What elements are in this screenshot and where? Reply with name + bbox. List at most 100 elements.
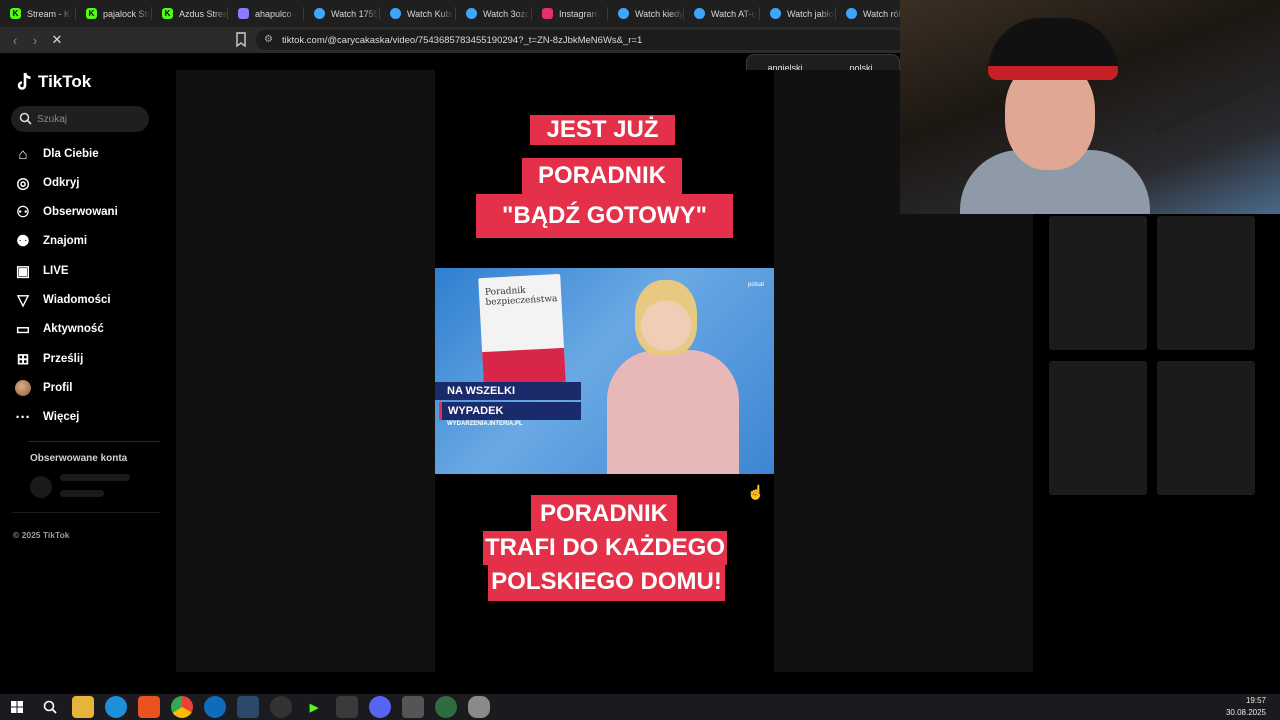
browser-tab[interactable]: Instagram <box>532 0 608 27</box>
nav-item-avatar[interactable]: Profil <box>15 377 72 399</box>
back-icon[interactable]: ‹ <box>6 31 24 49</box>
suggested-video-thumb[interactable] <box>1157 216 1255 350</box>
app-icon[interactable] <box>237 696 259 718</box>
nav-item-live[interactable]: ▣ LIVE <box>15 260 69 282</box>
instagram-icon <box>542 8 553 19</box>
tab-label: Watch AT-c <box>711 8 757 19</box>
stop-icon[interactable]: ✕ <box>48 31 66 49</box>
sidebar: TikTok ⌂ Dla Ciebie ◎ Odkryj ⚇ Obserwowani ⚉ Zn… <box>0 53 170 695</box>
skeleton-avatar <box>30 476 52 498</box>
browser-tab[interactable]: Watch AT-c <box>684 0 760 27</box>
banner-line: TRAFI DO KAŻDEGO <box>483 531 727 565</box>
edge-icon[interactable] <box>105 696 127 718</box>
brave-icon[interactable] <box>138 696 160 718</box>
nav-item-messages[interactable]: ▽ Wiadomości <box>15 289 111 311</box>
video-background-left <box>176 70 435 672</box>
forward-icon[interactable]: › <box>26 31 44 49</box>
tab-label: Watch rób <box>863 8 904 19</box>
suggested-video-thumb[interactable] <box>1049 216 1147 350</box>
calculator-icon[interactable] <box>402 696 424 718</box>
search-box[interactable] <box>11 106 149 132</box>
nav-label: Aktywność <box>43 323 104 335</box>
app-icon[interactable] <box>435 696 457 718</box>
watch-icon <box>694 8 705 19</box>
search-icon[interactable] <box>39 696 61 718</box>
browser-tab[interactable]: Watch kiedy <box>608 0 684 27</box>
nav-item-more[interactable]: ··· Więcej <box>15 406 80 428</box>
compass-icon: ◎ <box>16 175 30 192</box>
browser-tab[interactable]: ahapulco - <box>228 0 304 27</box>
book-cover: Poradnik bezpieczeństwa <box>478 273 566 387</box>
site-icon <box>238 8 249 19</box>
taskbar: ▶ 19:57 30.08.2025 <box>0 694 1280 720</box>
system-clock[interactable]: 19:57 30.08.2025 <box>1226 695 1266 719</box>
ccleaner-icon[interactable] <box>204 696 226 718</box>
followed-accounts-title: Obserwowane konta <box>30 453 128 464</box>
avatar <box>15 380 31 396</box>
nav-item-following[interactable]: ⚇ Obserwowani <box>15 201 118 223</box>
nav-item-compass[interactable]: ◎ Odkryj <box>15 172 79 194</box>
obs-icon[interactable] <box>270 696 292 718</box>
clock-time: 19:57 <box>1245 696 1266 705</box>
address-bar[interactable]: ⚙ tiktok.com/@carycakaska/video/75436857… <box>256 30 906 50</box>
channel-logo: polsat <box>748 282 764 288</box>
following-icon: ⚇ <box>16 204 30 221</box>
tab-label: Instagram <box>559 8 600 19</box>
webcam-overlay <box>900 0 1280 214</box>
chrome-icon[interactable] <box>171 696 193 718</box>
browser-tab[interactable]: K Azdus Strea <box>152 0 228 27</box>
nav-label: Znajomi <box>43 235 88 247</box>
play-icon[interactable]: ▶ <box>303 696 325 718</box>
book-red-stripe <box>482 347 566 387</box>
banner-line: POLSKIEGO DOMU! <box>488 563 725 601</box>
bookmark-icon[interactable] <box>235 32 247 48</box>
file-explorer-icon[interactable] <box>72 696 94 718</box>
site-info-icon[interactable]: ⚙ <box>264 34 273 45</box>
nav-label: Profil <box>43 382 73 394</box>
clock-date: 30.08.2025 <box>1225 708 1266 717</box>
browser-tab[interactable]: Watch 1755 <box>304 0 380 27</box>
browser-tab[interactable]: K Stream - Ki <box>0 0 76 27</box>
book-title: Poradnik bezpieczeństwa <box>484 285 558 308</box>
nav-item-friends[interactable]: ⚉ Znajomi <box>15 230 87 252</box>
watch-icon <box>314 8 325 19</box>
nav-item-home[interactable]: ⌂ Dla Ciebie <box>15 143 98 165</box>
tab-label: Watch 1755 <box>331 8 379 19</box>
shield-icon[interactable] <box>468 696 490 718</box>
news-anchor-body <box>607 350 739 474</box>
tab-label: Azdus Strea <box>179 8 228 19</box>
tab-label: Watch 3ozo <box>483 8 531 19</box>
nav-item-upload[interactable]: ⊞ Prześlij <box>15 348 84 370</box>
banner-line: "BĄDŹ GOTOWY" <box>476 194 733 238</box>
watch-icon <box>770 8 781 19</box>
windows-start-icon[interactable] <box>6 696 28 718</box>
browser-tab[interactable]: Watch Kubi <box>380 0 456 27</box>
tiktok-logo[interactable]: TikTok <box>16 72 91 92</box>
tab-label: ahapulco - <box>255 8 298 19</box>
banner-line: PORADNIK <box>531 495 677 533</box>
nav-label: Wiadomości <box>43 294 111 306</box>
lower-third-1: NA WSZELKI <box>435 382 581 400</box>
kick-icon: K <box>162 8 173 19</box>
tab-label: Watch jabło <box>787 8 834 19</box>
browser-tab[interactable]: Watch jabło <box>760 0 836 27</box>
discord-icon[interactable] <box>369 696 391 718</box>
pirate-hat <box>988 18 1118 80</box>
search-input[interactable] <box>37 113 137 125</box>
video-player[interactable]: JEST JUŻ PORADNIK "BĄDŹ GOTOWY" Poradnik… <box>435 70 774 672</box>
suggested-video-thumb[interactable] <box>1049 361 1147 495</box>
messages-icon: ▽ <box>17 292 29 309</box>
kick-icon: K <box>86 8 97 19</box>
watch-icon <box>390 8 401 19</box>
watch-icon <box>846 8 857 19</box>
search-icon <box>19 112 32 125</box>
browser-tab[interactable]: Kpajalock Str <box>76 0 152 27</box>
suggested-video-thumb[interactable] <box>1157 361 1255 495</box>
browser-tab[interactable]: Watch 3ozo <box>456 0 532 27</box>
lower-third-2: WYPADEK <box>439 402 581 420</box>
logo-text: TikTok <box>38 72 92 91</box>
app-icon[interactable] <box>336 696 358 718</box>
watch-icon <box>466 8 477 19</box>
kick-icon: K <box>10 8 21 19</box>
nav-item-activity[interactable]: ▭ Aktywność <box>15 318 104 340</box>
